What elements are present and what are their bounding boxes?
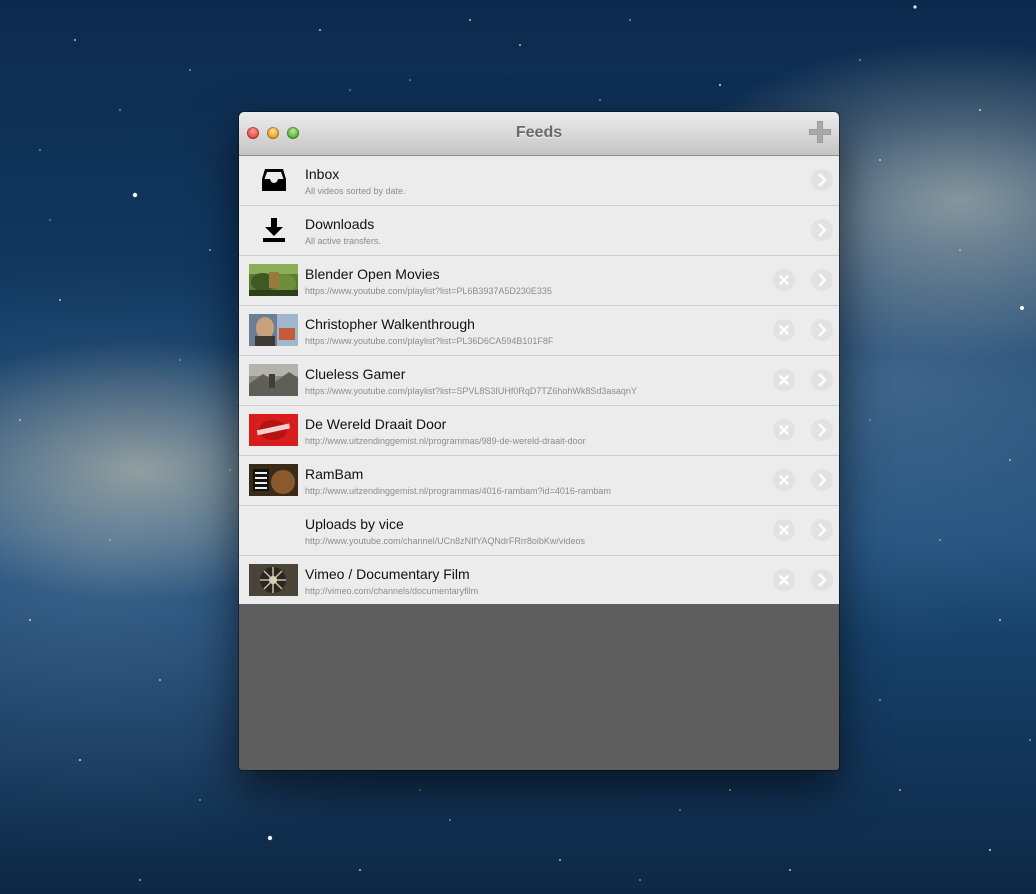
open-feed-button[interactable] bbox=[811, 519, 833, 541]
feed-list: Inbox All videos sorted by date. Downloa… bbox=[239, 156, 839, 604]
feed-thumbnail bbox=[249, 564, 298, 596]
chevron-right-icon bbox=[818, 423, 827, 437]
chevron-right-icon bbox=[818, 473, 827, 487]
close-icon bbox=[779, 475, 789, 485]
close-icon bbox=[779, 575, 789, 585]
feed-subtitle: http://www.uitzendinggemist.nl/programma… bbox=[305, 486, 611, 496]
feed-row-clueless-gamer[interactable]: Clueless Gamer https://www.youtube.com/p… bbox=[239, 356, 839, 406]
delete-feed-button[interactable] bbox=[773, 469, 795, 491]
delete-feed-button[interactable] bbox=[773, 569, 795, 591]
delete-feed-button[interactable] bbox=[773, 419, 795, 441]
feed-row-de-wereld-draait-door[interactable]: De Wereld Draait Door http://www.uitzend… bbox=[239, 406, 839, 456]
chevron-right-icon bbox=[818, 173, 827, 187]
feeds-window: Feeds Inbox All videos sorted by date. D… bbox=[239, 112, 839, 770]
window-title: Feeds bbox=[515, 124, 563, 141]
open-feed-button[interactable] bbox=[811, 369, 833, 391]
feed-row-vimeo-documentary-film[interactable]: Vimeo / Documentary Film http://vimeo.co… bbox=[239, 556, 839, 604]
chevron-right-icon bbox=[818, 573, 827, 587]
open-feed-button[interactable] bbox=[811, 269, 833, 291]
feed-title: RamBam bbox=[305, 466, 364, 482]
feed-subtitle: https://www.youtube.com/playlist?list=PL… bbox=[305, 336, 554, 346]
delete-feed-button[interactable] bbox=[773, 269, 795, 291]
feed-subtitle: http://vimeo.com/channels/documentaryfil… bbox=[305, 586, 479, 596]
close-icon bbox=[779, 325, 789, 335]
delete-feed-button[interactable] bbox=[773, 519, 795, 541]
feed-thumbnail bbox=[249, 314, 298, 346]
inbox-tray-icon bbox=[262, 169, 286, 191]
feed-title: Uploads by vice bbox=[305, 516, 404, 532]
feed-thumbnail bbox=[249, 464, 298, 496]
feed-subtitle: All active transfers. bbox=[305, 236, 382, 246]
feed-subtitle: https://www.youtube.com/playlist?list=PL… bbox=[305, 286, 552, 296]
feed-title: Clueless Gamer bbox=[305, 366, 406, 382]
open-feed-button[interactable] bbox=[811, 319, 833, 341]
feed-title: Blender Open Movies bbox=[305, 266, 440, 282]
delete-feed-button[interactable] bbox=[773, 369, 795, 391]
open-feed-button[interactable] bbox=[811, 419, 833, 441]
feed-row-inbox[interactable]: Inbox All videos sorted by date. bbox=[239, 156, 839, 206]
feed-row-uploads-by-vice[interactable]: Uploads by vice http://www.youtube.com/c… bbox=[239, 506, 839, 556]
close-icon bbox=[779, 375, 789, 385]
feed-thumbnail bbox=[249, 364, 298, 396]
feed-row-downloads[interactable]: Downloads All active transfers. bbox=[239, 206, 839, 256]
open-feed-button[interactable] bbox=[811, 169, 833, 191]
download-arrow-icon bbox=[263, 218, 285, 242]
feed-title: Inbox bbox=[305, 166, 340, 182]
chevron-right-icon bbox=[818, 223, 827, 237]
chevron-right-icon bbox=[818, 373, 827, 387]
feed-title: Vimeo / Documentary Film bbox=[305, 566, 470, 582]
feed-title: De Wereld Draait Door bbox=[305, 416, 447, 432]
feed-subtitle: http://www.uitzendinggemist.nl/programma… bbox=[305, 436, 586, 446]
feed-thumbnail bbox=[249, 264, 298, 296]
feed-row-rambam[interactable]: RamBam http://www.uitzendinggemist.nl/pr… bbox=[239, 456, 839, 506]
feed-row-christopher-walkenthrough[interactable]: Christopher Walkenthrough https://www.yo… bbox=[239, 306, 839, 356]
close-icon bbox=[779, 425, 789, 435]
title-bar[interactable]: Feeds bbox=[239, 112, 839, 156]
plus-icon bbox=[809, 121, 831, 143]
chevron-right-icon bbox=[818, 523, 827, 537]
chevron-right-icon bbox=[818, 323, 827, 337]
feed-title: Christopher Walkenthrough bbox=[305, 316, 475, 332]
add-feed-button[interactable] bbox=[808, 120, 832, 144]
chevron-right-icon bbox=[818, 273, 827, 287]
close-icon bbox=[779, 275, 789, 285]
feed-subtitle: https://www.youtube.com/playlist?list=SP… bbox=[305, 386, 637, 396]
feed-row-blender-open-movies[interactable]: Blender Open Movies https://www.youtube.… bbox=[239, 256, 839, 306]
open-feed-button[interactable] bbox=[811, 469, 833, 491]
feed-subtitle: All videos sorted by date. bbox=[305, 186, 406, 196]
delete-feed-button[interactable] bbox=[773, 319, 795, 341]
feed-title: Downloads bbox=[305, 216, 375, 232]
open-feed-button[interactable] bbox=[811, 219, 833, 241]
close-icon bbox=[779, 525, 789, 535]
feed-subtitle: http://www.youtube.com/channel/UCn8zNIfY… bbox=[305, 536, 585, 546]
feed-thumbnail bbox=[249, 414, 298, 446]
open-feed-button[interactable] bbox=[811, 569, 833, 591]
